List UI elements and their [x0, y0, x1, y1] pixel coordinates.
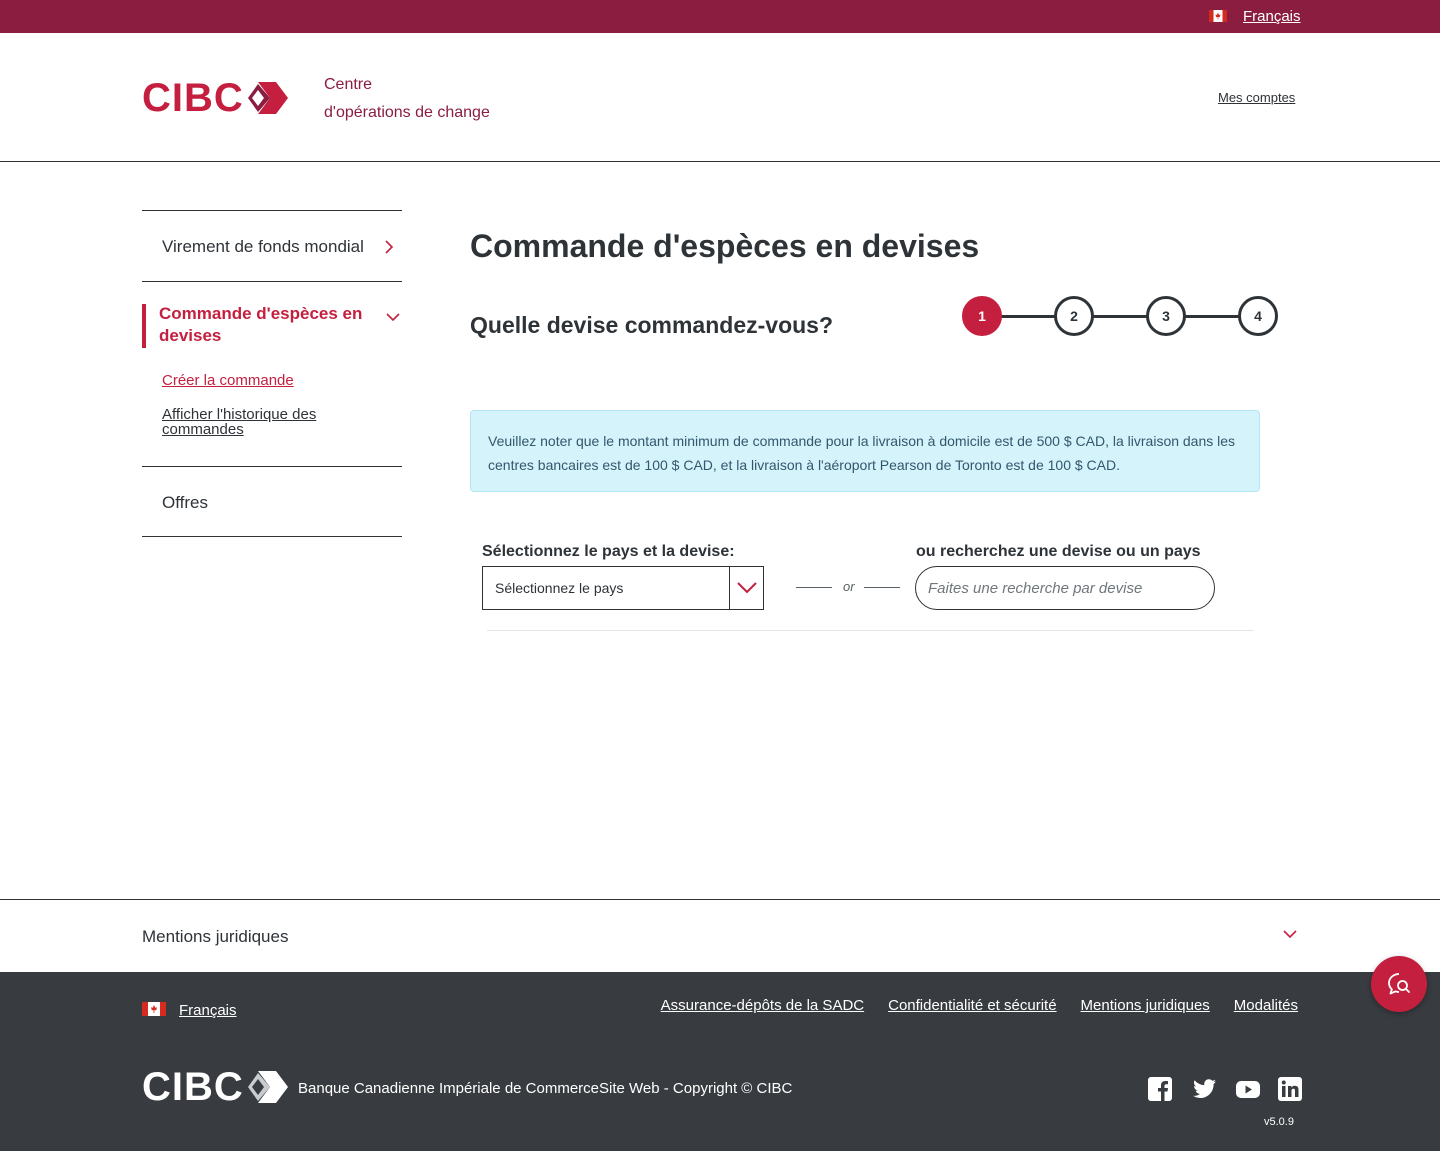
footer-links: Assurance-dépôts de la SADC Confidential… — [661, 997, 1298, 1014]
sidebar-item-label: Virement de fonds mondial — [162, 237, 364, 256]
footer-logo-text: CIBC — [142, 1065, 244, 1109]
language-toggle-link[interactable]: Français — [1243, 8, 1301, 25]
my-accounts-link[interactable]: Mes comptes — [1218, 90, 1295, 105]
currency-search-label: ou recherchez une devise ou un pays — [916, 543, 1201, 560]
site-header: CIBC Centre d'opérations de change Mes c… — [0, 33, 1440, 162]
step-question: Quelle devise commandez-vous? — [470, 312, 834, 338]
country-select[interactable]: Sélectionnez le pays — [482, 566, 764, 610]
facebook-icon[interactable] — [1147, 1076, 1173, 1102]
step-connector — [1184, 315, 1240, 318]
sidebar-nav: Virement de fonds mondial Commande d'esp… — [142, 210, 402, 537]
site-title: Centre d'opérations de change — [324, 71, 490, 127]
sidebar-item-label: Offres — [162, 493, 208, 512]
cibc-logo[interactable]: CIBC — [142, 78, 290, 118]
sidebar-item-offers[interactable]: Offres — [142, 466, 402, 537]
currency-search-input[interactable] — [915, 566, 1215, 610]
app-version: v5.0.9 — [1264, 1116, 1294, 1128]
chevron-down-icon — [737, 582, 757, 594]
step-2: 2 — [1054, 296, 1094, 336]
chat-button[interactable] — [1371, 956, 1427, 1012]
step-3: 3 — [1146, 296, 1186, 336]
sidebar-item-global-transfer[interactable]: Virement de fonds mondial — [142, 210, 402, 281]
canada-flag-icon — [1209, 10, 1227, 22]
active-indicator — [142, 304, 146, 348]
chevron-down-icon[interactable] — [386, 312, 400, 322]
site-title-line2: d'opérations de change — [324, 104, 490, 121]
site-footer: Français Assurance-dépôts de la SADC Con… — [0, 972, 1440, 1151]
step-connector — [1000, 315, 1056, 318]
footer-link-terms[interactable]: Modalités — [1234, 997, 1298, 1014]
chat-search-icon — [1388, 973, 1410, 995]
or-separator: or — [796, 578, 900, 596]
section-divider — [487, 630, 1254, 631]
footer-link-privacy[interactable]: Confidentialité et sécurité — [888, 997, 1056, 1014]
progress-stepper: 1 2 3 4 — [962, 296, 1278, 336]
cibc-diamond-icon — [247, 1071, 288, 1103]
top-utility-bar: Français — [0, 0, 1440, 33]
linkedin-icon[interactable] — [1277, 1076, 1303, 1102]
country-select-value: Sélectionnez le pays — [495, 580, 624, 596]
sidebar-item-cash-order: Commande d'espèces en devises Créer la c… — [142, 281, 402, 466]
sidebar-subitem-create-order[interactable]: Créer la commande — [162, 372, 294, 389]
chevron-down-icon — [1283, 930, 1297, 939]
legal-accordion-title: Mentions juridiques — [142, 927, 289, 946]
sidebar-subitem-order-history[interactable]: Afficher l'historique des commandes — [162, 407, 342, 437]
youtube-icon[interactable] — [1235, 1076, 1261, 1102]
legal-accordion[interactable]: Mentions juridiques — [0, 899, 1440, 972]
select-divider — [729, 567, 730, 609]
step-1: 1 — [962, 296, 1002, 336]
footer-link-legal[interactable]: Mentions juridiques — [1081, 997, 1210, 1014]
canada-flag-icon — [142, 1002, 166, 1016]
chevron-right-icon — [385, 240, 394, 254]
sidebar-item-cash-order-label[interactable]: Commande d'espèces en devises — [159, 303, 369, 347]
or-line — [864, 587, 900, 588]
site-title-line1: Centre — [324, 76, 373, 93]
footer-link-cdic[interactable]: Assurance-dépôts de la SADC — [661, 997, 864, 1014]
or-text: or — [843, 579, 855, 594]
step-connector — [1092, 315, 1148, 318]
country-select-label: Sélectionnez le pays et la devise: — [482, 543, 735, 560]
or-line — [796, 587, 832, 588]
footer-language-link[interactable]: Français — [179, 1002, 237, 1019]
footer-copyright: Banque Canadienne Impériale de CommerceS… — [298, 1080, 793, 1097]
footer-cibc-logo[interactable]: CIBC — [142, 1067, 290, 1107]
minimum-order-notice: Veuillez noter que le montant minimum de… — [470, 410, 1260, 492]
social-links — [1147, 1076, 1303, 1102]
cibc-diamond-icon — [247, 82, 288, 114]
twitter-icon[interactable] — [1189, 1076, 1219, 1102]
page-title: Commande d'espèces en devises — [470, 228, 980, 264]
step-4: 4 — [1238, 296, 1278, 336]
logo-text: CIBC — [142, 76, 244, 120]
